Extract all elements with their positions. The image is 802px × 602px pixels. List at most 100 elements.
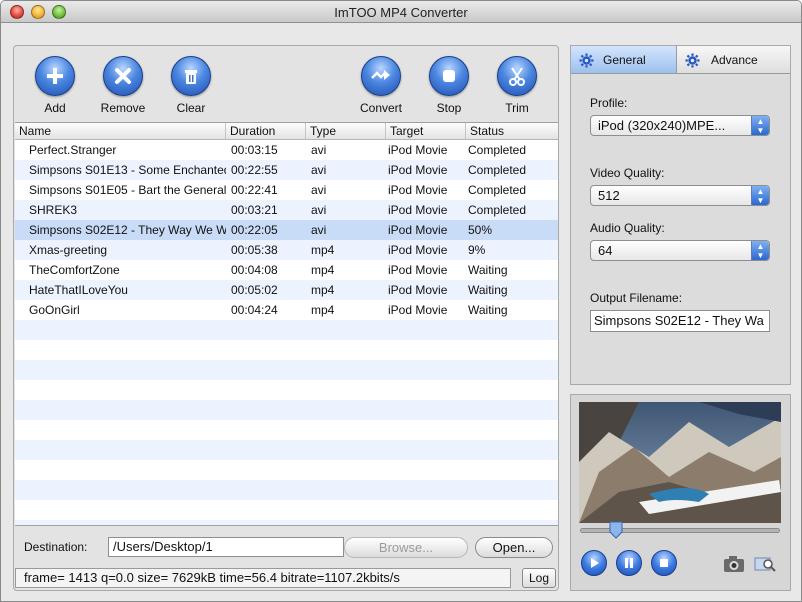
tab-advance[interactable]: Advance <box>677 46 790 74</box>
window-title: ImTOO MP4 Converter <box>334 5 468 20</box>
table-row[interactable]: Simpsons S01E05 - Bart the General 00:22:… <box>15 180 558 200</box>
empty-row <box>15 420 558 440</box>
cell-duration: 00:05:38 <box>231 243 278 257</box>
cell-duration: 00:22:05 <box>231 223 278 237</box>
column-header-name[interactable]: Name <box>15 123 226 140</box>
cell-type: mp4 <box>311 263 335 277</box>
open-button[interactable]: Open... <box>475 537 553 558</box>
cell-name: TheComfortZone <box>29 263 120 277</box>
cell-status: Waiting <box>468 283 508 297</box>
empty-row <box>15 520 558 525</box>
audio-quality-value: 64 <box>598 243 613 258</box>
table-header: Name Duration Type Target Status <box>15 123 558 140</box>
empty-row <box>15 480 558 500</box>
convert-button-label: Convert <box>359 101 403 115</box>
cell-target: iPod Movie <box>388 163 448 177</box>
pause-icon <box>625 558 633 568</box>
add-button[interactable]: Add <box>20 56 90 115</box>
audio-quality-select[interactable]: 64 ▲ ▼ <box>590 240 770 261</box>
cell-type: avi <box>311 143 327 157</box>
stop-icon <box>660 559 668 567</box>
destination-field[interactable]: /Users/Desktop/1 <box>108 537 344 557</box>
remove-button-label: Remove <box>100 101 146 115</box>
trim-button[interactable]: Trim <box>482 56 552 115</box>
cell-status: Completed <box>468 203 527 217</box>
tab-general[interactable]: General <box>571 46 677 74</box>
preview-panel <box>570 394 791 591</box>
cell-target: iPod Movie <box>388 283 448 297</box>
video-preview <box>579 402 781 523</box>
cell-type: mp4 <box>311 283 335 297</box>
tab-advance-label: Advance <box>711 53 758 67</box>
status-bar: frame= 1413 q=0.0 size= 7629kB time=56.4… <box>15 568 511 588</box>
remove-button[interactable]: Remove <box>88 56 158 115</box>
table-row[interactable]: HateThatILoveYou 00:05:02 mp4 iPod Movie Wai… <box>15 280 558 300</box>
table-row[interactable]: GoOnGirl 00:04:24 mp4 iPod Movie Waiting <box>15 300 558 320</box>
empty-row <box>15 340 558 360</box>
cell-name: Simpsons S01E13 - Some Enchanted <box>29 163 226 177</box>
column-header-target[interactable]: Target <box>386 123 466 140</box>
cell-type: mp4 <box>311 303 335 317</box>
cell-duration: 00:22:55 <box>231 163 278 177</box>
output-filename-field[interactable]: Simpsons S02E12 - They Wa <box>590 310 770 332</box>
table-row[interactable]: TheComfortZone 00:04:08 mp4 iPod Movie Waiti… <box>15 260 558 280</box>
seek-slider-thumb[interactable] <box>609 521 623 539</box>
cell-type: mp4 <box>311 243 335 257</box>
cell-status: 50% <box>468 223 493 237</box>
updown-arrows-icon: ▲ ▼ <box>751 241 769 260</box>
table-row[interactable]: Xmas-greeting 00:05:38 mp4 iPod Movie 9% <box>15 240 558 260</box>
cell-name: HateThatILoveYou <box>29 283 128 297</box>
browse-button[interactable]: Browse... <box>344 537 468 558</box>
output-filename-label: Output Filename: <box>590 291 683 305</box>
gear-icon <box>685 53 700 68</box>
cell-status: 9% <box>468 243 486 257</box>
folder-magnifier-icon[interactable] <box>754 555 776 573</box>
cell-name: GoOnGirl <box>29 303 80 317</box>
cell-name: Simpsons S01E05 - Bart the General <box>29 183 226 197</box>
audio-quality-label: Audio Quality: <box>590 221 665 235</box>
table-row[interactable]: Simpsons S01E13 - Some Enchanted 00:22:55… <box>15 160 558 180</box>
destination-label: Destination: <box>24 540 88 554</box>
tab-general-label: General <box>603 53 646 67</box>
table-body: Perfect.Stranger 00:03:15 avi iPod Movie Com… <box>15 140 558 525</box>
cell-name: Xmas-greeting <box>29 243 108 257</box>
empty-row <box>15 440 558 460</box>
updown-arrows-icon: ▲ ▼ <box>751 116 769 135</box>
column-header-duration[interactable]: Duration <box>226 123 306 140</box>
stop-playback-button[interactable] <box>651 550 677 576</box>
title-bar: ImTOO MP4 Converter <box>1 1 801 23</box>
convert-button[interactable]: Convert <box>346 56 416 115</box>
cell-target: iPod Movie <box>388 303 448 317</box>
table-row[interactable]: Perfect.Stranger 00:03:15 avi iPod Movie Com… <box>15 140 558 160</box>
table-row[interactable]: Simpsons S02E12 - They Way We W 00:22:05 a… <box>15 220 558 240</box>
log-button[interactable]: Log <box>522 568 556 588</box>
cell-duration: 00:04:24 <box>231 303 278 317</box>
settings-panel: General Advance Profile: iPod (320x240)M… <box>570 45 791 385</box>
empty-row <box>15 400 558 420</box>
empty-row <box>15 380 558 400</box>
stop-button[interactable]: Stop <box>414 56 484 115</box>
camera-icon[interactable] <box>723 555 745 573</box>
cell-type: avi <box>311 203 327 217</box>
app-window: ImTOO MP4 Converter Add Remove Clear Con… <box>0 0 802 602</box>
profile-select-value: iPod (320x240)MPE... <box>598 118 726 133</box>
video-quality-select[interactable]: 512 ▲ ▼ <box>590 185 770 206</box>
cell-duration: 00:03:21 <box>231 203 278 217</box>
scissors-icon <box>497 56 537 96</box>
play-button[interactable] <box>581 550 607 576</box>
column-header-status[interactable]: Status <box>466 123 558 140</box>
settings-tabs: General Advance <box>571 46 790 74</box>
column-header-type[interactable]: Type <box>306 123 386 140</box>
clear-button[interactable]: Clear <box>156 56 226 115</box>
cell-target: iPod Movie <box>388 243 448 257</box>
cell-duration: 00:03:15 <box>231 143 278 157</box>
table-row[interactable]: SHREK3 00:03:21 avi iPod Movie Completed <box>15 200 558 220</box>
play-icon <box>591 558 599 568</box>
empty-row <box>15 360 558 380</box>
cell-status: Waiting <box>468 303 508 317</box>
pause-button[interactable] <box>616 550 642 576</box>
file-table: Name Duration Type Target Status Perfect… <box>15 122 558 526</box>
cell-status: Waiting <box>468 263 508 277</box>
profile-select[interactable]: iPod (320x240)MPE... ▲ ▼ <box>590 115 770 136</box>
video-quality-value: 512 <box>598 188 620 203</box>
